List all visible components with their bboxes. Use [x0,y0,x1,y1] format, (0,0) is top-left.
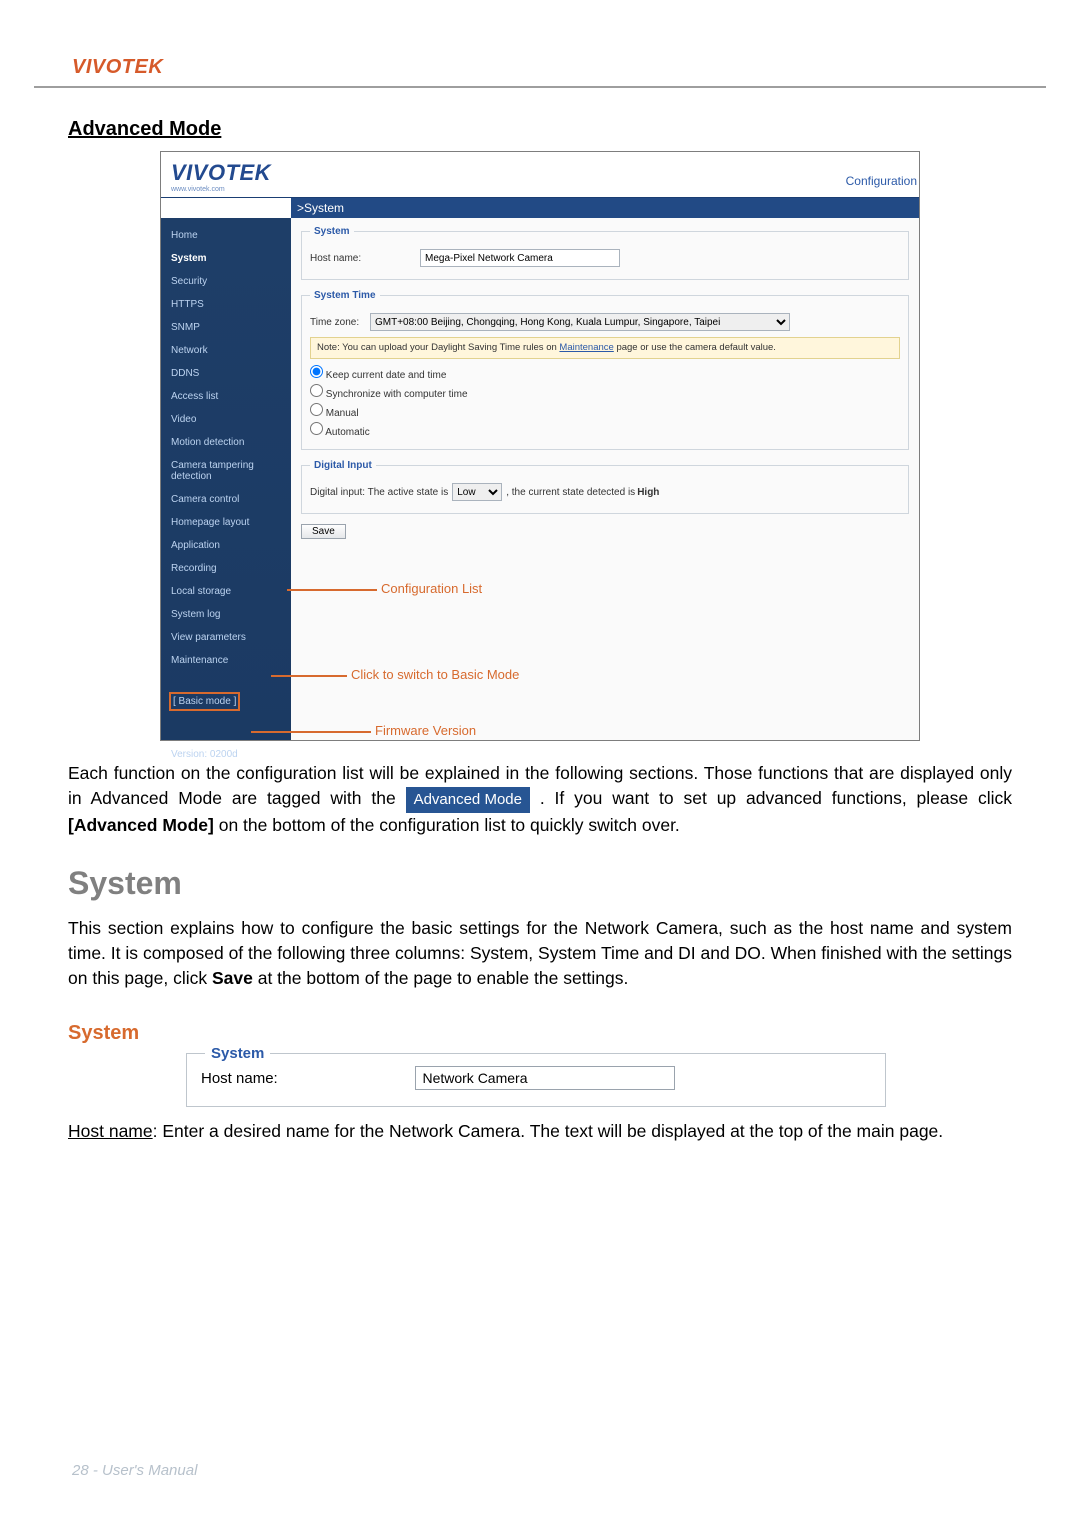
sidebar-item-motion-detection[interactable]: Motion detection [161,431,291,454]
brand: VIVOTEK [72,56,163,78]
sidebar-item-ddns[interactable]: DDNS [161,362,291,385]
system-fieldset: System Host name: [301,226,909,280]
config-screenshot: VIVOTEK www.vivotek.com Configuration >S… [160,151,920,741]
radio-manual-label: Manual [326,408,359,419]
sidebar-item-network[interactable]: Network [161,339,291,362]
di-text-a: Digital input: The active state is [310,487,448,498]
radio-keep-current[interactable] [310,365,323,378]
callout-line [271,675,347,677]
sidebar-item-system[interactable]: System [161,247,291,270]
timezone-select[interactable]: GMT+08:00 Beijing, Chongqing, Hong Kong,… [370,313,790,331]
di-text-b: , the current state detected is [506,487,635,498]
dst-note: Note: You can upload your Daylight Savin… [310,337,900,359]
callout-config-list: Configuration List [381,581,482,596]
logo-text: VIVOTEK [171,160,271,186]
system-time-legend: System Time [310,290,380,301]
sidebar-item-camera-tampering[interactable]: Camera tampering detection [161,454,291,488]
system-legend: System [310,226,354,237]
timezone-label: Time zone: [310,317,370,328]
advanced-mode-heading: Advanced Mode [68,118,1012,141]
breadcrumb: >System [291,198,919,218]
figure-hostname-input[interactable] [415,1066,675,1090]
callout-line [287,589,377,591]
save-button[interactable]: Save [301,524,346,539]
system-subheading: System [68,1022,1012,1045]
sidebar-item-recording[interactable]: Recording [161,557,291,580]
radio-automatic-label: Automatic [325,427,369,438]
callout-basic-mode: Click to switch to Basic Mode [351,667,519,682]
radio-sync-computer-label: Synchronize with computer time [326,389,468,400]
hostname-input[interactable] [420,249,620,267]
sidebar-item-application[interactable]: Application [161,534,291,557]
logo: VIVOTEK www.vivotek.com [171,160,271,193]
firmware-version-label: Version: 0200d [171,749,281,760]
system-figure: System Host name: [186,1053,886,1107]
digital-input-legend: Digital Input [310,460,376,471]
figure-hostname-label: Host name: [201,1070,411,1087]
sidebar: Home System Security HTTPS SNMP Network … [161,218,291,740]
maintenance-link[interactable]: Maintenance [559,342,613,353]
sidebar-item-video[interactable]: Video [161,408,291,431]
content-pane: System Host name: System Time Time zone:… [291,218,919,740]
sidebar-item-local-storage[interactable]: Local storage [161,580,291,603]
callout-line [251,731,371,733]
logo-url: www.vivotek.com [171,186,271,193]
hostname-label: Host name: [310,253,420,264]
basic-mode-button[interactable]: [ Basic mode ] [169,692,240,711]
sidebar-item-system-log[interactable]: System log [161,603,291,626]
sidebar-item-snmp[interactable]: SNMP [161,316,291,339]
sidebar-item-maintenance[interactable]: Maintenance [161,649,291,672]
radio-sync-computer[interactable] [310,384,323,397]
intro-paragraph: Each function on the configuration list … [68,761,1012,839]
system-heading: System [68,865,1012,902]
system-time-fieldset: System Time Time zone: GMT+08:00 Beijing… [301,290,909,450]
hostname-description: Host name: Enter a desired name for the … [68,1119,1012,1144]
callout-firmware-version: Firmware Version [375,723,476,738]
header-rule [34,86,1046,88]
digital-input-fieldset: Digital Input Digital input: The active … [301,460,909,514]
sidebar-item-camera-control[interactable]: Camera control [161,488,291,511]
sidebar-item-view-parameters[interactable]: View parameters [161,626,291,649]
radio-automatic[interactable] [310,422,323,435]
system-description: This section explains how to configure t… [68,916,1012,992]
radio-manual[interactable] [310,403,323,416]
configuration-link[interactable]: Configuration [846,174,917,188]
advanced-mode-tag: Advanced Mode [406,787,530,813]
sidebar-item-security[interactable]: Security [161,270,291,293]
sidebar-item-homepage-layout[interactable]: Homepage layout [161,511,291,534]
radio-keep-current-label: Keep current date and time [326,370,447,381]
page-footer: 28 - User's Manual [72,1462,197,1479]
sidebar-item-https[interactable]: HTTPS [161,293,291,316]
system-figure-legend: System [205,1045,270,1062]
sidebar-item-access-list[interactable]: Access list [161,385,291,408]
sidebar-item-home[interactable]: Home [161,224,291,247]
di-active-state-select[interactable]: Low [452,483,502,501]
di-current-state: High [637,487,659,498]
